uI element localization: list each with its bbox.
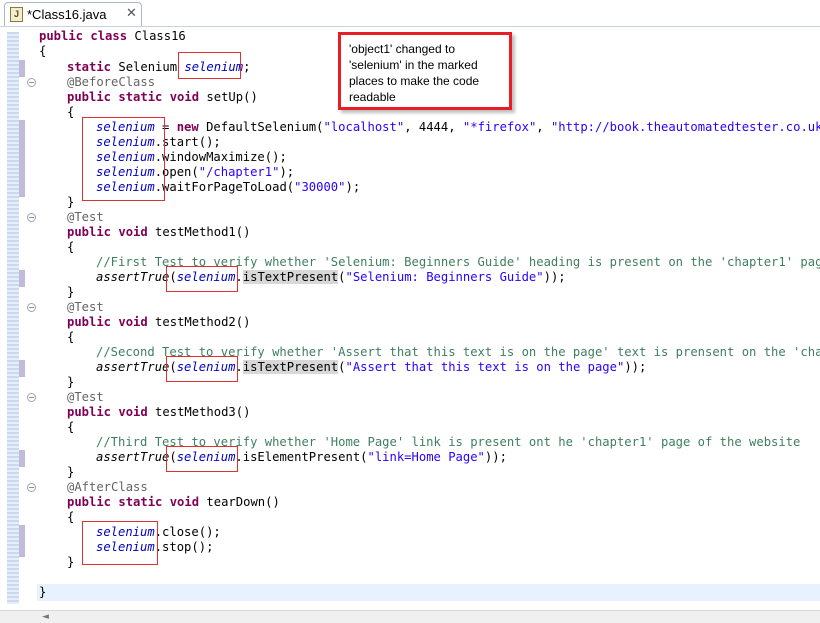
code-line: public static void tearDown() bbox=[67, 495, 280, 509]
code-line: @AfterClass bbox=[67, 480, 148, 494]
code-line: public void testMethod3() bbox=[67, 405, 251, 419]
code-line: { bbox=[67, 240, 75, 254]
callout-note: 'object1' changed to 'selenium' in the m… bbox=[338, 32, 512, 110]
horizontal-scrollbar[interactable]: ◄ bbox=[0, 610, 820, 623]
code-line: @Test bbox=[67, 390, 104, 404]
scroll-left-icon[interactable]: ◄ bbox=[42, 612, 49, 622]
code-line: assertTrue(selenium.isElementPresent("li… bbox=[96, 450, 507, 464]
annotation-box bbox=[82, 117, 165, 201]
code-line: { bbox=[39, 44, 47, 58]
code-line: } bbox=[67, 555, 75, 569]
code-line: { bbox=[67, 105, 75, 119]
annotation-box bbox=[166, 266, 238, 292]
code-line: @Test bbox=[67, 210, 104, 224]
code-line: { bbox=[67, 510, 75, 524]
annotation-box bbox=[166, 356, 238, 382]
code-line: @Test bbox=[67, 300, 104, 314]
code-line: } bbox=[67, 465, 75, 479]
callout-text: 'object1' changed to 'selenium' in the m… bbox=[349, 42, 480, 104]
code-line: public class Class16 bbox=[39, 29, 186, 43]
code-line: } bbox=[67, 195, 75, 209]
code-line: public static void setUp() bbox=[67, 90, 258, 104]
annotation-box bbox=[178, 52, 241, 79]
annotation-box bbox=[82, 521, 158, 565]
code-line: @BeforeClass bbox=[67, 75, 156, 89]
code-line: { bbox=[67, 420, 75, 434]
code-line: } bbox=[67, 375, 75, 389]
code-line: public void testMethod1() bbox=[67, 225, 251, 239]
annotation-box bbox=[166, 446, 238, 472]
code-line: } bbox=[39, 585, 47, 599]
code-line: { bbox=[67, 330, 75, 344]
code-line: public void testMethod2() bbox=[67, 315, 251, 329]
code-line: selenium = new DefaultSelenium("localhos… bbox=[96, 120, 820, 134]
code-line: } bbox=[67, 285, 75, 299]
